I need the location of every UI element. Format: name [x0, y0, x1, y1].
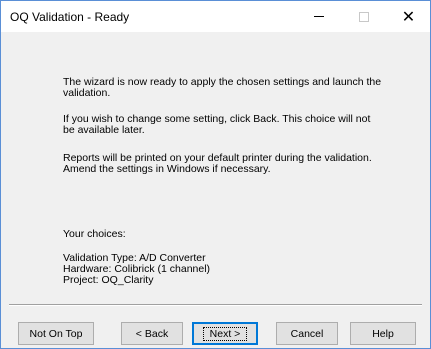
- back-label: < Back: [135, 327, 169, 340]
- not-on-top-button[interactable]: Not On Top: [18, 322, 94, 345]
- next-button[interactable]: Next >: [192, 322, 258, 345]
- close-button[interactable]: ✕: [386, 1, 431, 32]
- window-title: OQ Validation - Ready: [10, 10, 130, 24]
- choices-heading: Your choices:: [63, 228, 126, 240]
- cancel-button[interactable]: Cancel: [276, 322, 338, 345]
- info-paragraph-back: If you wish to change some setting, clic…: [63, 113, 371, 136]
- title-bar: OQ Validation - Ready ✕: [1, 1, 430, 32]
- cancel-label: Cancel: [290, 327, 324, 340]
- help-button[interactable]: Help: [350, 322, 416, 345]
- minimize-button[interactable]: [296, 1, 341, 32]
- info-paragraph-ready: The wizard is now ready to apply the cho…: [63, 76, 382, 99]
- choice-project: Project: OQ_Clarity: [63, 274, 154, 286]
- close-icon: ✕: [401, 6, 416, 26]
- maximize-icon: [358, 11, 369, 22]
- info-paragraph-reports: Reports will be printed on your default …: [63, 152, 372, 175]
- wizard-content: The wizard is now ready to apply the cho…: [1, 32, 430, 312]
- help-label: Help: [372, 327, 394, 340]
- not-on-top-label: Not On Top: [29, 327, 83, 340]
- next-label: Next >: [202, 326, 248, 341]
- back-button[interactable]: < Back: [121, 322, 183, 345]
- minimize-icon: [313, 16, 324, 17]
- footer-divider-highlight: [9, 305, 422, 306]
- wizard-window: OQ Validation - Ready ✕ The wizard is no…: [0, 0, 431, 349]
- maximize-button: [341, 1, 386, 32]
